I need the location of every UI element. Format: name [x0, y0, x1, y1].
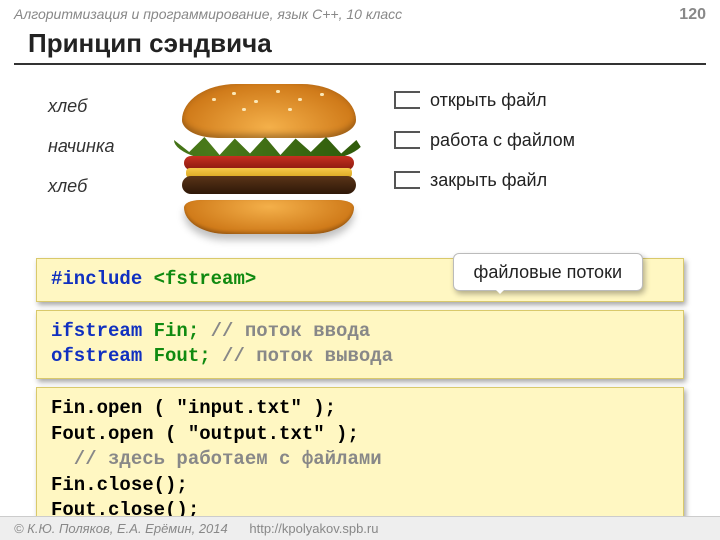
sandwich-right-labels: открыть файл работа с файлом закрыть фай… — [394, 91, 575, 211]
code-comment: // поток вывода — [222, 345, 393, 367]
slide-title: Принцип сэндвича — [0, 24, 720, 61]
label-filling: начинка — [48, 137, 114, 155]
label-open-file: открыть файл — [430, 91, 547, 109]
code-line: Fin.open ( "input.txt" ); — [51, 396, 669, 422]
patty-icon — [182, 176, 356, 194]
code-comment: // здесь работаем с файлами — [51, 447, 669, 473]
code-token: ifstream — [51, 320, 154, 342]
code-line: Fout.open ( "output.txt" ); — [51, 422, 669, 448]
code-line: Fin.close(); — [51, 473, 669, 499]
page-number: 120 — [679, 6, 706, 24]
code-token: <fstream> — [154, 268, 257, 290]
code-include: #include <fstream> файловые потоки — [36, 258, 684, 302]
copyright-text: © К.Ю. Поляков, Е.А. Ерёмин, 2014 — [14, 521, 228, 536]
title-rule — [14, 63, 706, 65]
bracket-icon — [394, 91, 420, 109]
label-bread-top: хлеб — [48, 97, 114, 115]
label-work-file: работа с файлом — [430, 131, 575, 149]
course-name: Алгоритмизация и программирование, язык … — [14, 6, 402, 22]
code-comment: // поток ввода — [211, 320, 371, 342]
bun-bottom-icon — [184, 200, 354, 234]
callout-file-streams: файловые потоки — [453, 253, 643, 291]
code-token: ofstream — [51, 345, 154, 367]
slide-footer: © К.Ю. Поляков, Е.А. Ерёмин, 2014 http:/… — [0, 516, 720, 540]
footer-url: http://kpolyakov.spb.ru — [249, 521, 378, 536]
code-token: #include — [51, 268, 154, 290]
bracket-icon — [394, 171, 420, 189]
slide-header: Алгоритмизация и программирование, язык … — [0, 0, 720, 24]
label-close-file: закрыть файл — [430, 171, 547, 189]
code-open-close: Fin.open ( "input.txt" ); Fout.open ( "o… — [36, 387, 684, 533]
label-bread-bottom: хлеб — [48, 177, 114, 195]
bracket-icon — [394, 131, 420, 149]
sandwich-left-labels: хлеб начинка хлеб — [48, 97, 114, 217]
burger-illustration — [164, 80, 374, 240]
sandwich-diagram: хлеб начинка хлеб открыть файл работа с … — [14, 75, 706, 250]
code-token: Fin; — [154, 320, 211, 342]
code-token: Fout; — [154, 345, 222, 367]
code-streams: ifstream Fin; // поток ввода ofstream Fo… — [36, 310, 684, 379]
bun-top-icon — [182, 84, 356, 138]
